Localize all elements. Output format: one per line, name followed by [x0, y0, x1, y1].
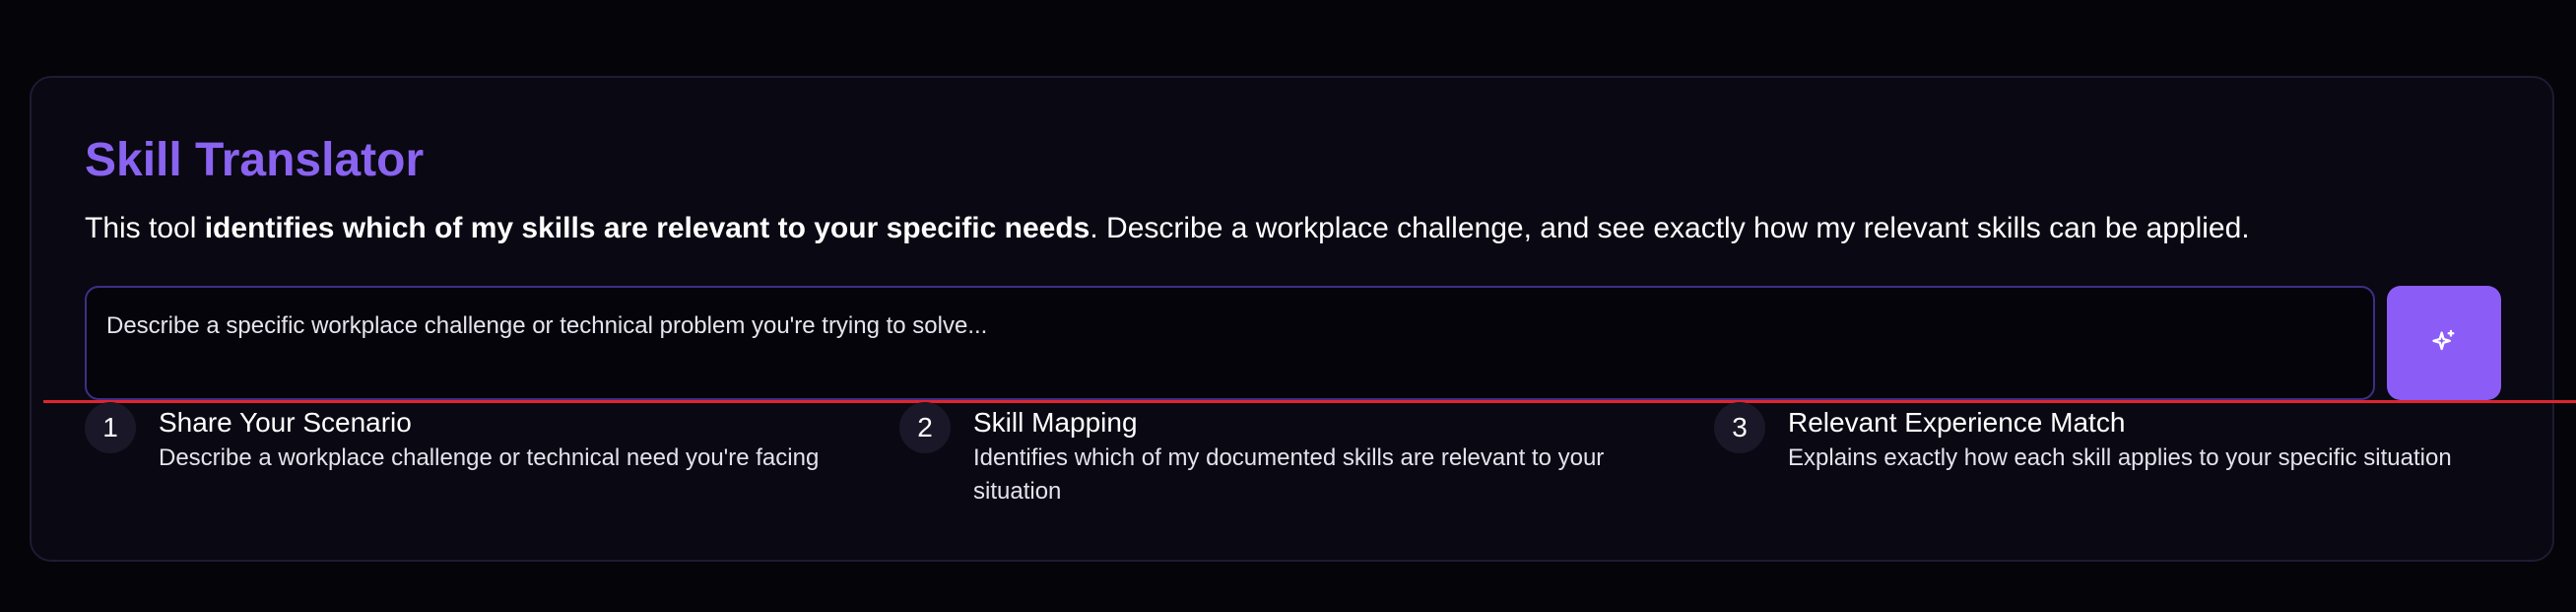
page-title: Skill Translator — [85, 134, 425, 186]
step-description: Describe a workplace challenge or techni… — [159, 444, 820, 471]
scenario-input-container — [85, 286, 2375, 400]
submit-button[interactable] — [2387, 286, 2501, 400]
description-highlight: identifies which of my skills are releva… — [204, 212, 1090, 244]
step-title: Skill Mapping — [973, 407, 1138, 438]
step-title: Relevant Experience Match — [1788, 407, 2126, 438]
step-number: 2 — [899, 402, 951, 453]
step-description: Explains exactly how each skill applies … — [1788, 444, 2452, 471]
sparkles-icon — [2430, 328, 2458, 359]
step-description: Identifies which of my documented skills… — [973, 444, 1605, 505]
step-number: 1 — [85, 402, 136, 453]
step-title: Share Your Scenario — [159, 407, 412, 438]
step-number: 3 — [1714, 402, 1765, 453]
description-suffix: . Describe a workplace challenge, and se… — [1090, 212, 2250, 244]
divider-line — [43, 400, 2576, 403]
tool-description: This tool identifies which of my skills … — [85, 209, 2250, 248]
description-prefix: This tool — [85, 212, 205, 244]
scenario-input[interactable] — [87, 288, 2373, 398]
